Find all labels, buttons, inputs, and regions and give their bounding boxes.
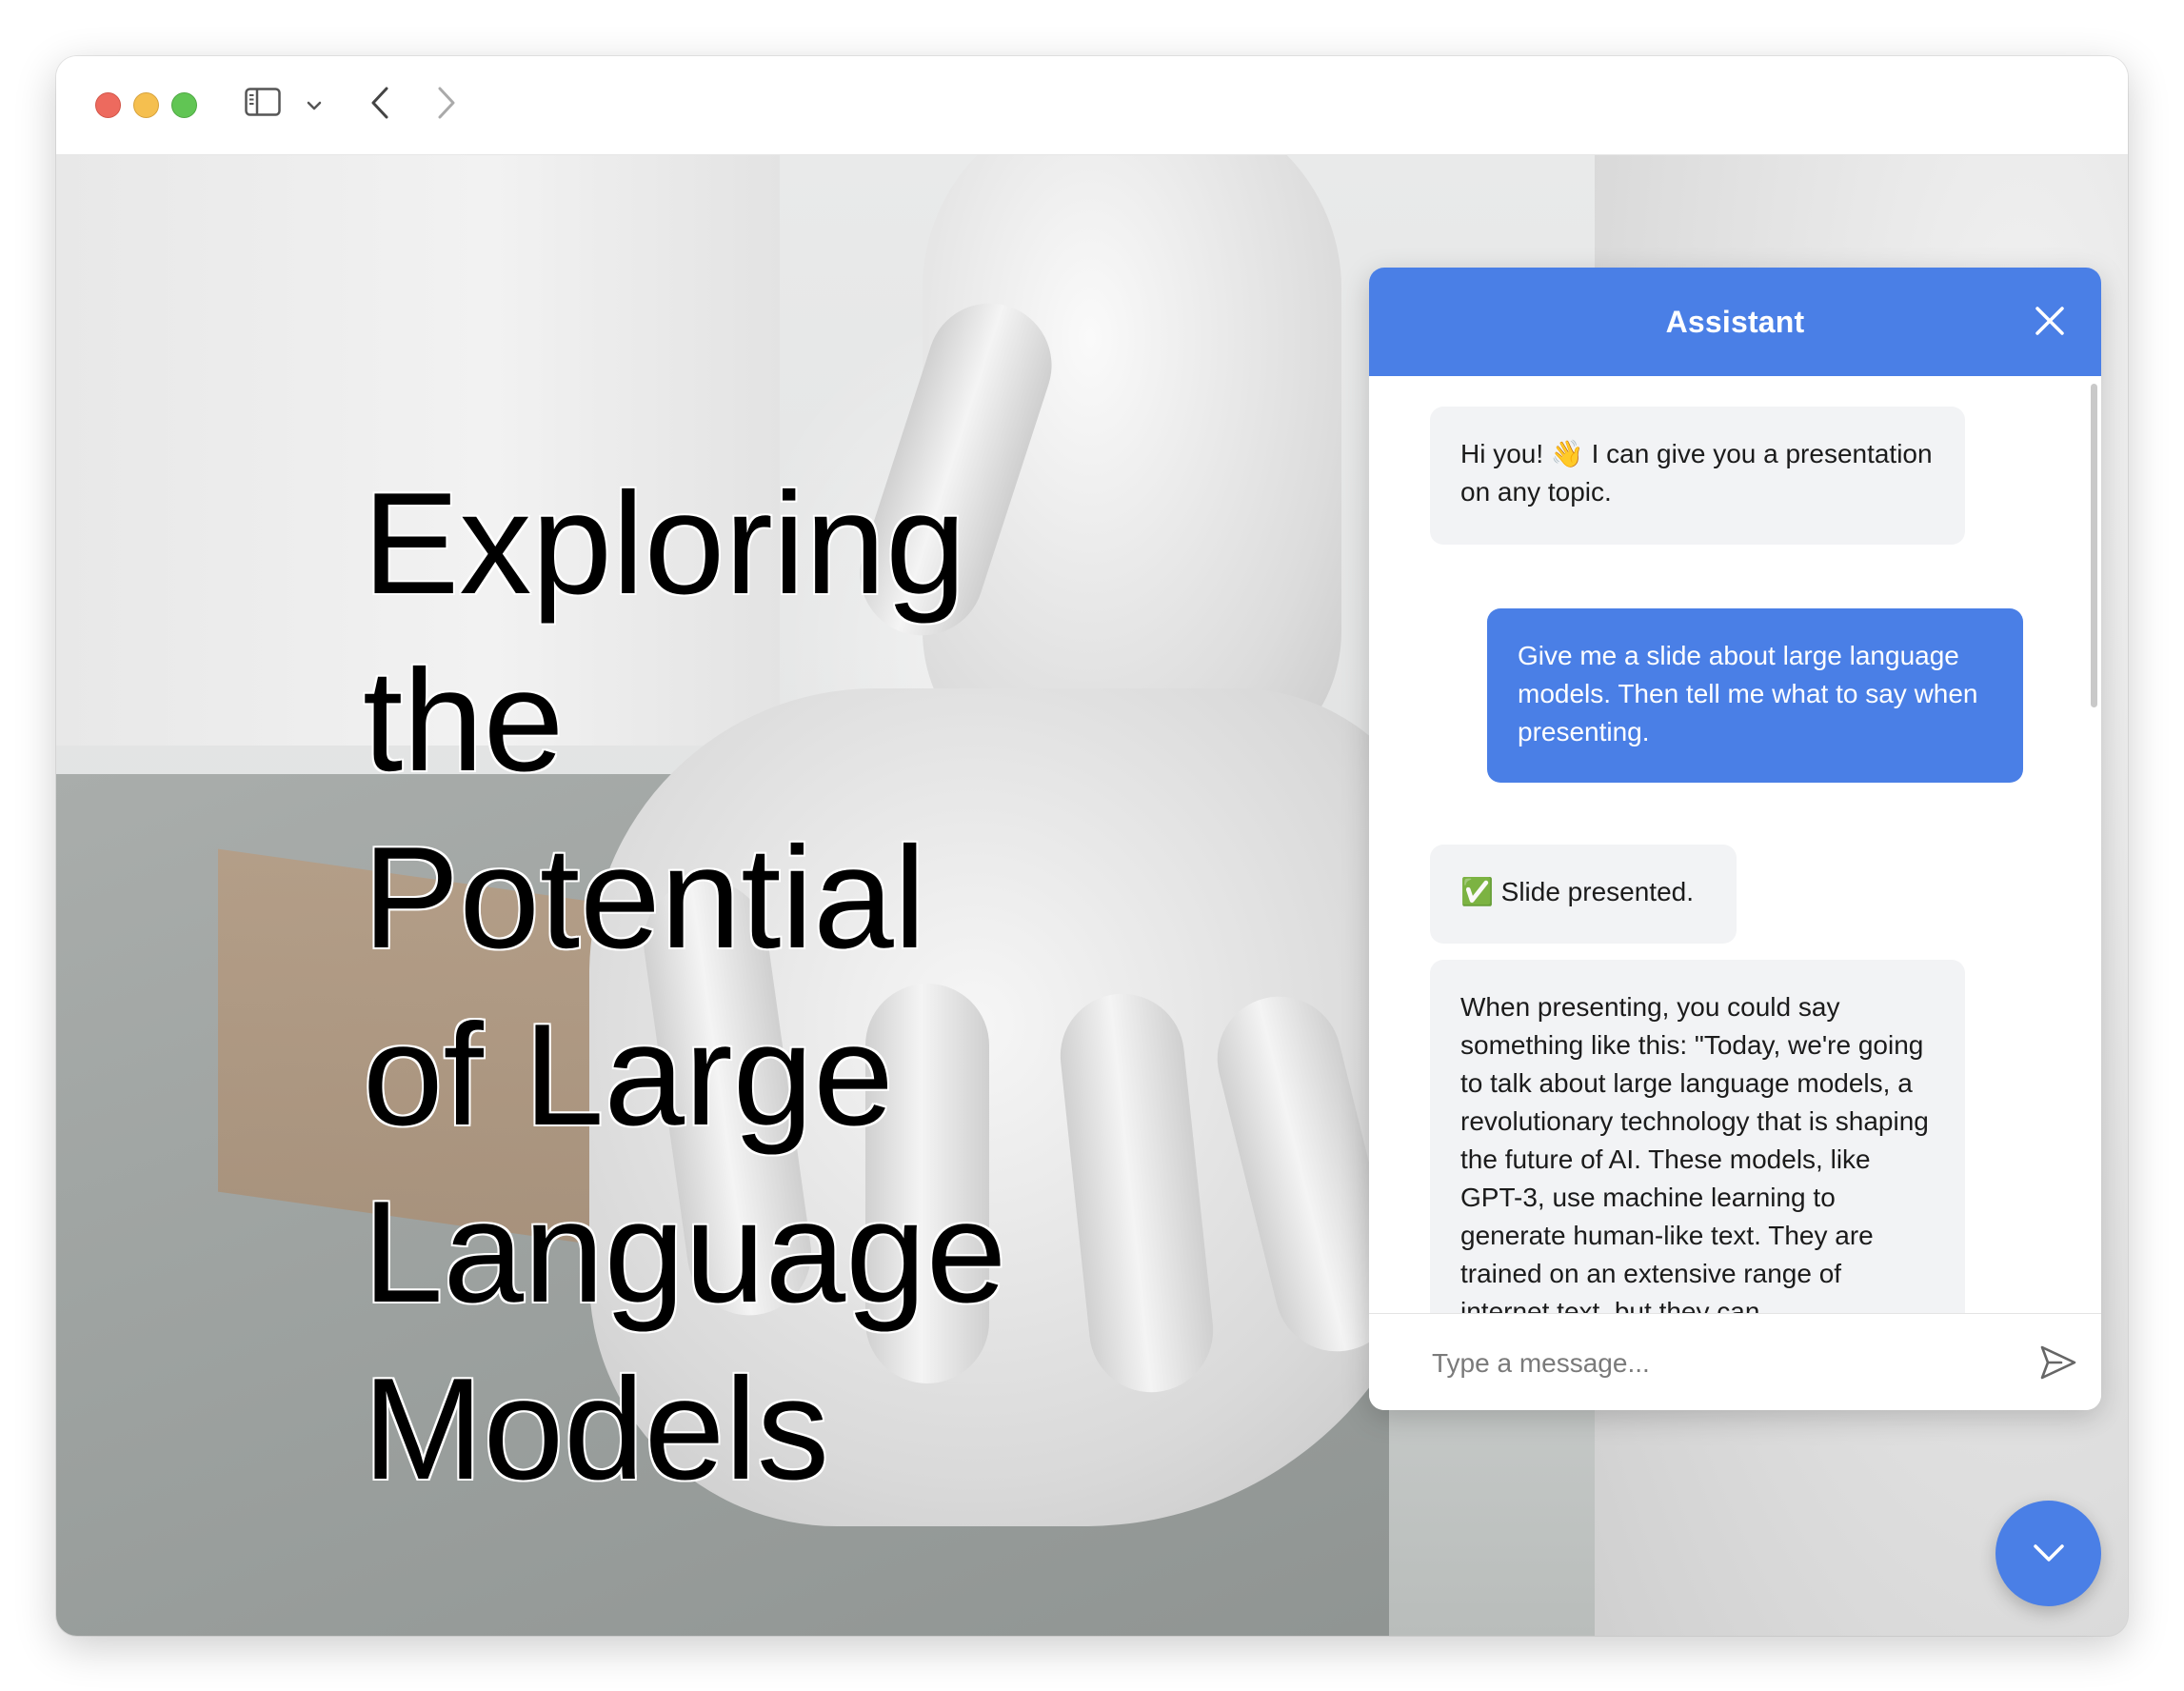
- scrollbar[interactable]: [2091, 384, 2097, 707]
- chat-title: Assistant: [1665, 305, 1805, 339]
- close-window-button[interactable]: [95, 92, 121, 118]
- chat-input-bar: [1369, 1313, 2101, 1410]
- send-icon[interactable]: [2038, 1343, 2078, 1387]
- forward-icon[interactable]: [435, 84, 458, 127]
- chevron-down-icon[interactable]: [307, 99, 322, 116]
- close-icon[interactable]: [2033, 304, 2067, 343]
- user-message: Give me a slide about large language mod…: [1487, 608, 2023, 783]
- sidebar-icon[interactable]: [245, 88, 281, 121]
- browser-window: Exploring the Potential of Large Languag…: [56, 56, 2128, 1636]
- back-icon[interactable]: [368, 84, 391, 127]
- assistant-chat-panel: Assistant Hi you! 👋 I can give you a pre…: [1369, 268, 2101, 1410]
- assistant-message: When presenting, you could say something…: [1430, 960, 1965, 1314]
- message-input[interactable]: [1430, 1339, 1967, 1388]
- zoom-window-button[interactable]: [171, 92, 197, 118]
- chat-messages[interactable]: Hi you! 👋 I can give you a presentation …: [1369, 376, 2101, 1314]
- slide-title: Exploring the Potential of Large Languag…: [363, 463, 1007, 1510]
- minimize-window-button[interactable]: [133, 92, 159, 118]
- assistant-message: ✅ Slide presented.: [1430, 845, 1737, 944]
- chevron-down-icon: [2034, 1544, 2064, 1562]
- chat-toggle-button[interactable]: [1995, 1501, 2101, 1606]
- chat-header: Assistant: [1369, 268, 2101, 376]
- assistant-message: Hi you! 👋 I can give you a presentation …: [1430, 407, 1965, 545]
- title-bar: [56, 56, 2128, 155]
